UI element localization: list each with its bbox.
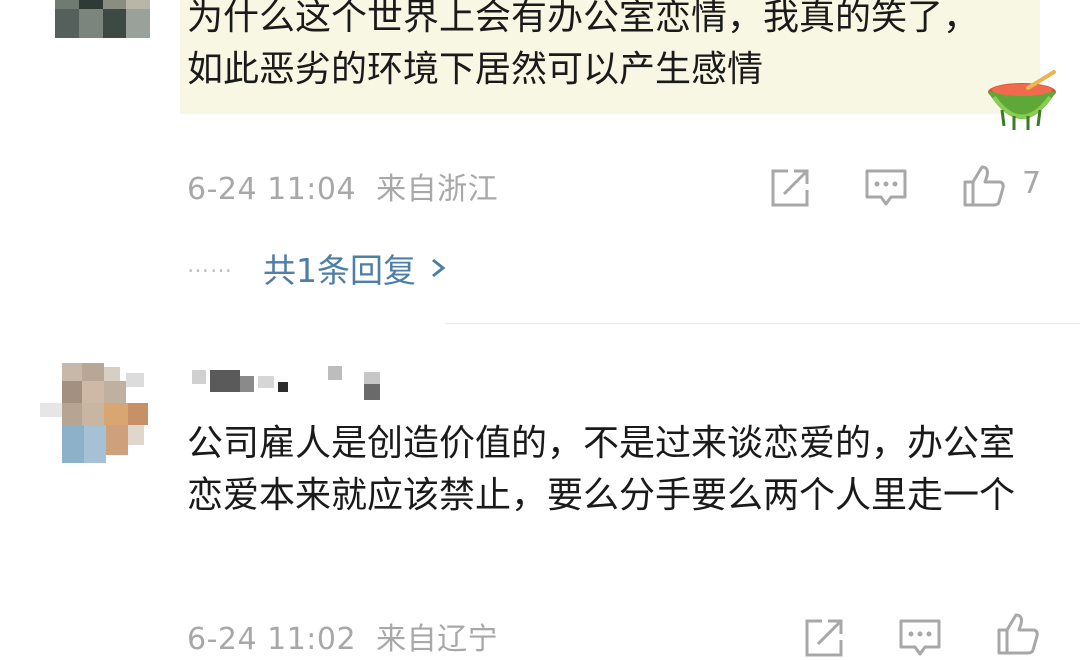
comment-icon[interactable]: [898, 616, 942, 660]
commenter-username[interactable]: [192, 366, 392, 406]
view-replies-link[interactable]: …… 共1条回复: [187, 246, 446, 290]
share-icon[interactable]: [802, 616, 846, 660]
reply-count-label: 共1条回复: [263, 251, 416, 290]
watermelon-icon: [988, 70, 1056, 130]
comment-location: 来自浙江: [376, 172, 499, 207]
comment-meta: 6-24 11:02 来自辽宁: [187, 614, 498, 658]
comment-date: 6-24 11:02: [187, 622, 357, 657]
comment-text: 公司雇人是创造价值的，不是过来谈恋爱的，办公室恋爱本来就应该禁止，要么分手要么两…: [187, 423, 1016, 516]
like-count: 7: [1022, 166, 1042, 201]
comment-date: 6-24 11:04: [187, 172, 357, 207]
share-icon[interactable]: [768, 166, 812, 210]
comment-text: 为什么这个世界上会有办公室恋情，我真的笑了，如此恶劣的环境下居然可以产生感情: [187, 0, 980, 90]
comment-icon[interactable]: [864, 166, 908, 210]
commenter-avatar[interactable]: [40, 363, 154, 463]
reply-indicator-dots: ……: [187, 252, 233, 278]
comment-location: 来自辽宁: [376, 622, 499, 657]
thumbs-up-icon[interactable]: [996, 612, 1040, 656]
commenter-avatar[interactable]: [55, 0, 150, 38]
comment-meta: 6-24 11:04 来自浙江: [187, 164, 498, 208]
comment-divider: [445, 323, 1080, 324]
chevron-right-icon: [432, 258, 446, 278]
thumbs-up-icon[interactable]: [962, 164, 1006, 208]
